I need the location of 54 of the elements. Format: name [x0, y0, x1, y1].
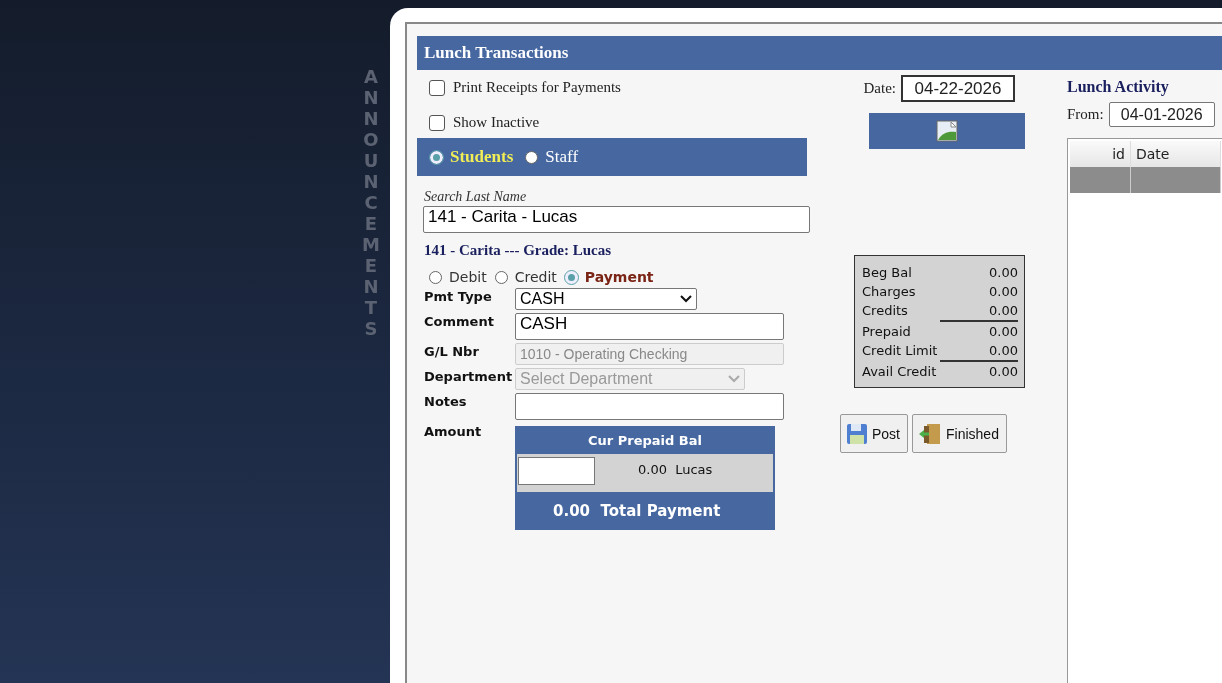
search-label: Search Last Name	[424, 189, 528, 205]
exit-door-icon	[918, 422, 942, 445]
field-label: G/L Nbr	[424, 343, 480, 359]
summary-value: 0.00	[989, 264, 1018, 282]
summary-value: 0.00	[989, 323, 1018, 341]
summary-value: 0.00	[989, 363, 1018, 381]
student-heading: 141 - Carita --- Grade: Lucas	[424, 242, 613, 259]
radio-button[interactable]	[525, 150, 539, 164]
summary-label: Credits	[862, 302, 908, 320]
field-label: Comment	[424, 313, 495, 329]
radio-label: Credit	[514, 269, 557, 285]
field-label: Pmt Type	[424, 288, 493, 304]
summary-label: Prepaid	[862, 323, 911, 341]
radio-label: Staff	[545, 147, 579, 167]
summary-value: 0.00	[989, 283, 1018, 301]
summary-label: Avail Credit	[862, 363, 937, 381]
text-field[interactable]: CASH	[515, 313, 784, 340]
field-label: Amount	[424, 423, 483, 439]
date-label: Date:	[863, 80, 896, 97]
balance-text: 0.00 Lucas	[638, 462, 713, 477]
total-payment: 0.00 Total Payment	[552, 501, 722, 522]
dialog-title: Lunch Transactions	[417, 36, 1222, 70]
radio-label: Debit	[449, 269, 487, 285]
summary-value: 0.00	[989, 342, 1018, 360]
radio-button[interactable]	[429, 270, 442, 284]
date-field[interactable]: 04-22-2026	[901, 75, 1015, 102]
from-label: From:	[1067, 106, 1104, 123]
broken-image-icon	[936, 120, 958, 142]
section-title: Lunch Activity	[1067, 78, 1170, 96]
finished-button[interactable]: Finished	[912, 414, 1007, 453]
checkbox[interactable]	[429, 114, 445, 131]
post-button[interactable]: Post	[840, 414, 908, 453]
radio-label: Students	[450, 147, 514, 167]
summary-label: Beg Bal	[862, 264, 912, 282]
caret-icon	[728, 375, 740, 383]
field-label: Department	[424, 368, 514, 384]
summary-value: 0.00	[989, 302, 1018, 320]
checkbox-label: Print Receipts for Payments	[453, 79, 621, 96]
text-field[interactable]	[515, 393, 784, 420]
caret-icon	[680, 295, 692, 303]
search-field[interactable]: 141 - Carita - Lucas	[423, 206, 810, 233]
checkbox-label: Show Inactive	[453, 114, 540, 131]
field-label: Notes	[424, 393, 468, 409]
panel-header: Cur Prepaid Bal	[587, 432, 703, 450]
from-date-field[interactable]: 04-01-2026	[1108, 102, 1215, 127]
amount-field[interactable]	[518, 457, 595, 485]
select-field[interactable]: CASH	[515, 288, 697, 310]
checkbox[interactable]	[429, 79, 445, 96]
radio-label: Payment	[584, 269, 654, 285]
summary-label: Credit Limit	[862, 342, 938, 360]
readonly-field: 1010 - Operating Checking	[515, 343, 784, 365]
radio-button[interactable]	[494, 270, 508, 284]
summary-label: Charges	[862, 283, 916, 301]
image-button[interactable]	[869, 113, 1025, 149]
